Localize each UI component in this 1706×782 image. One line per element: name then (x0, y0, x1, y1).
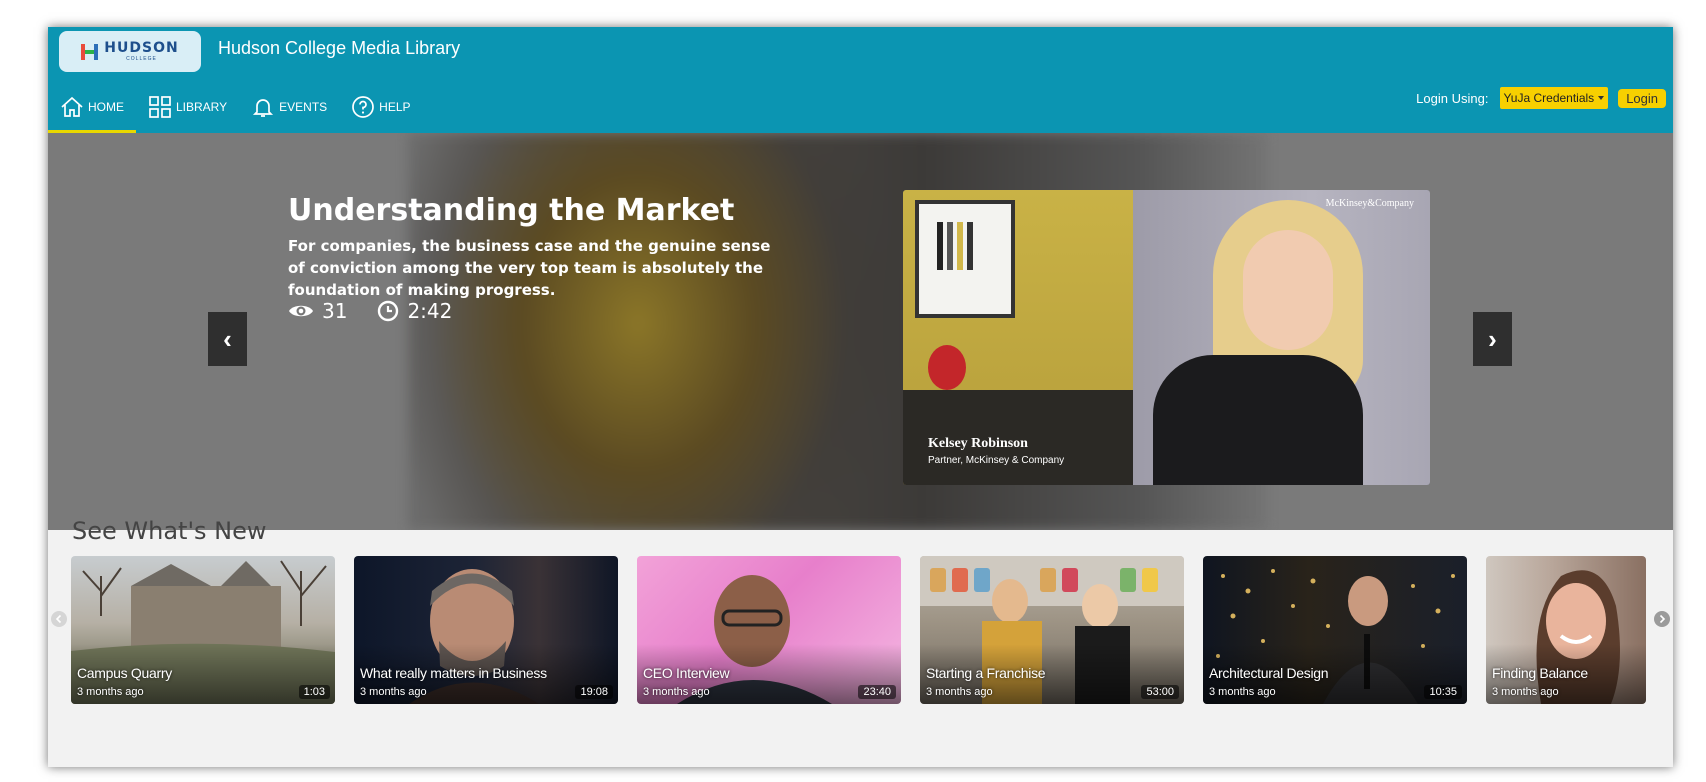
media-duration: 23:40 (858, 685, 896, 699)
carousel-prev-button[interactable]: ‹ (208, 312, 247, 366)
nav-home[interactable]: HOME (48, 80, 136, 133)
media-duration: 19:08 (575, 685, 613, 699)
grid-icon (149, 95, 171, 118)
media-card[interactable]: Starting a Franchise 3 months ago 53:00 (920, 556, 1184, 704)
header-bar: HUDSON COLLEGE Hudson College Media Libr… (48, 27, 1673, 133)
eye-icon (289, 305, 313, 317)
nav-help[interactable]: HELP (339, 80, 422, 133)
media-title: CEO Interview (643, 665, 730, 681)
media-age: 3 months ago (77, 686, 144, 698)
media-age: 3 months ago (360, 686, 427, 698)
media-carousel: Campus Quarry 3 months ago 1:03 What rea… (48, 556, 1673, 705)
video-brand: McKinsey&Company (1325, 198, 1414, 209)
hero-title[interactable]: Understanding the Market (288, 193, 734, 228)
clock-icon (378, 300, 399, 322)
login-area: Login Using: YuJa Credentials Login (1416, 87, 1666, 109)
media-age: 3 months ago (926, 686, 993, 698)
media-duration: 1:03 (298, 685, 330, 699)
app-window: HUDSON COLLEGE Hudson College Media Libr… (48, 27, 1673, 767)
hero-description: For companies, the business case and the… (288, 237, 771, 299)
vase (928, 345, 966, 390)
hero-views: 31 (322, 299, 348, 323)
nav-help-label: HELP (379, 99, 411, 114)
logo-subtext: COLLEGE (126, 56, 157, 62)
media-age: 3 months ago (1492, 686, 1559, 698)
section-title: See What's New (72, 517, 267, 545)
speaker-role: Partner, McKinsey & Company (928, 455, 1065, 466)
media-title: Campus Quarry (77, 665, 172, 681)
speaker-face (1243, 230, 1333, 350)
media-duration: 53:00 (1141, 685, 1179, 699)
media-card[interactable]: Finding Balance 3 months ago (1486, 556, 1646, 704)
home-icon (61, 96, 83, 117)
main-nav: HOME LIBRARY EVENTS HELP (48, 80, 423, 133)
nav-library-label: LIBRARY (176, 99, 228, 114)
nav-library[interactable]: LIBRARY (136, 80, 239, 133)
logo-text: HUDSON (104, 40, 179, 56)
media-title: What really matters in Business (360, 665, 547, 681)
wall-picture (915, 200, 1015, 318)
media-card[interactable]: Campus Quarry 3 months ago 1:03 (71, 556, 335, 704)
media-card[interactable]: Architectural Design 3 months ago 10:35 (1203, 556, 1467, 704)
help-circle-icon (352, 95, 375, 118)
bell-icon (253, 98, 274, 117)
hero-duration: 2:42 (407, 299, 453, 323)
media-age: 3 months ago (643, 686, 710, 698)
login-using-label: Login Using: (1416, 90, 1489, 106)
credentials-value: YuJa Credentials (1503, 91, 1595, 105)
chevron-down-icon (1598, 96, 1605, 100)
logo-mark-icon (81, 43, 99, 60)
carousel-next-button[interactable]: › (1473, 312, 1512, 366)
hudson-college-logo[interactable]: HUDSON COLLEGE (59, 31, 201, 72)
media-age: 3 months ago (1209, 686, 1276, 698)
media-duration: 10:35 (1424, 685, 1462, 699)
hero-video-thumbnail[interactable]: McKinsey&Company Kelsey Robinson Partner… (903, 190, 1430, 485)
nav-events-label: EVENTS (279, 99, 328, 114)
media-card[interactable]: What really matters in Business 3 months… (354, 556, 618, 704)
nav-home-label: HOME (88, 99, 124, 114)
credentials-select[interactable]: YuJa Credentials (1500, 87, 1609, 109)
media-title: Starting a Franchise (926, 665, 1046, 681)
site-title: Hudson College Media Library (218, 38, 461, 58)
featured-carousel: Understanding the Market For companies, … (48, 133, 1673, 530)
media-title: Architectural Design (1209, 665, 1329, 681)
speaker-name: Kelsey Robinson (928, 436, 1028, 451)
media-title: Finding Balance (1492, 665, 1588, 681)
hero-stats: 31 2:42 (288, 299, 452, 323)
nav-events[interactable]: EVENTS (239, 80, 339, 133)
login-button[interactable]: Login (1618, 88, 1666, 108)
media-card[interactable]: CEO Interview 3 months ago 23:40 (637, 556, 901, 704)
